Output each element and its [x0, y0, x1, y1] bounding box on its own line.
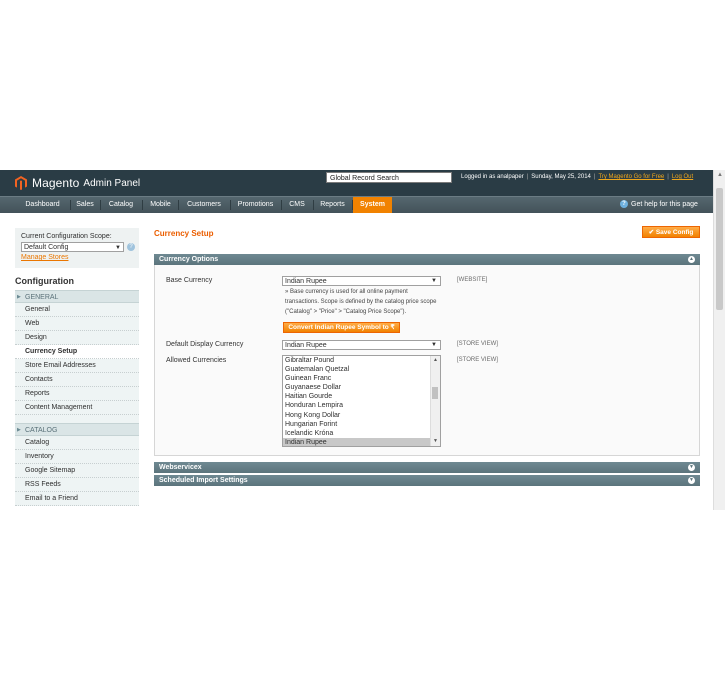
scope-website-label: [WEBSITE] [457, 277, 488, 283]
section-currency-options[interactable]: Currency Options ▲ [154, 254, 700, 265]
chevron-down-icon: ▼ [431, 342, 437, 348]
sidebar-item-store-email[interactable]: Store Email Addresses [15, 359, 139, 373]
scrollbar-thumb[interactable] [716, 188, 723, 310]
logout-link[interactable]: Log Out [672, 174, 693, 180]
caret-right-icon: ▶ [17, 427, 21, 433]
list-item[interactable]: Hong Kong Dollar [283, 411, 440, 420]
scope-select-value: Default Config [24, 244, 69, 251]
list-item[interactable]: Guatemalan Quetzal [283, 365, 440, 374]
sidebar-item-reports[interactable]: Reports [15, 387, 139, 401]
nav-promotions[interactable]: Promotions [231, 197, 280, 213]
sidebar-item-design[interactable]: Design [15, 331, 139, 345]
scroll-up-icon[interactable]: ▲ [717, 172, 723, 178]
list-scrollbar[interactable]: ▲ ▼ [430, 356, 440, 446]
date-text: Sunday, May 25, 2014 [531, 174, 591, 180]
logo-subtitle: Admin Panel [83, 177, 141, 189]
nav-cms[interactable]: CMS [282, 197, 312, 213]
scope-select[interactable]: Default Config ▼ [21, 242, 124, 252]
bullet-icon: » [285, 289, 289, 295]
magento-logo-icon [15, 176, 27, 190]
expand-icon: ▼ [688, 464, 695, 471]
main-nav: Dashboard Sales Catalog Mobile Customers… [0, 196, 713, 213]
nav-mobile[interactable]: Mobile [143, 197, 178, 213]
list-item-selected[interactable]: Indian Rupee [283, 437, 440, 446]
nav-catalog[interactable]: Catalog [101, 197, 141, 213]
help-link[interactable]: ? Get help for this page [620, 200, 698, 208]
scope-store-view-label: [STORE VIEW] [457, 357, 498, 363]
try-magento-link[interactable]: Try Magento Go for Free [598, 174, 664, 180]
help-icon[interactable]: ? [127, 243, 135, 251]
list-item[interactable]: Guinean Franc [283, 374, 440, 383]
nav-customers[interactable]: Customers [179, 197, 229, 213]
logo-text: Magento [32, 176, 80, 190]
allowed-currencies-label: Allowed Currencies [166, 357, 227, 364]
sidebar-item-contacts[interactable]: Contacts [15, 373, 139, 387]
sidebar-item-content-management[interactable]: Content Management [15, 401, 139, 415]
nav-dashboard[interactable]: Dashboard [15, 197, 70, 213]
scope-store-view-label: [STORE VIEW] [457, 341, 498, 347]
nav-reports[interactable]: Reports [314, 197, 351, 213]
sidebar-spacer [15, 415, 139, 423]
page-title: Currency Setup [154, 229, 214, 238]
base-currency-value: Indian Rupee [285, 278, 327, 285]
sidebar-item-inventory[interactable]: Inventory [15, 450, 139, 464]
list-item[interactable]: Guyanaese Dollar [283, 383, 440, 392]
list-item[interactable]: Hungarian Forint [283, 420, 440, 429]
sidebar-item-currency-setup[interactable]: Currency Setup [15, 345, 139, 359]
scroll-down-icon[interactable]: ▼ [433, 438, 438, 444]
section-title: Scheduled Import Settings [159, 477, 248, 484]
base-currency-note: » Base currency is used for all online p… [285, 287, 437, 317]
base-currency-select[interactable]: Indian Rupee ▼ [282, 276, 441, 286]
sidebar-item-rss-feeds[interactable]: RSS Feeds [15, 478, 139, 492]
logged-in-text: Logged in as analpaper [461, 174, 524, 180]
scroll-up-icon[interactable]: ▲ [433, 357, 438, 363]
section-title: Webservicex [159, 464, 202, 471]
sidebar-section-general[interactable]: ▶ GENERAL [15, 290, 139, 303]
scope-label: Current Configuration Scope: [21, 233, 112, 240]
sidebar-item-web[interactable]: Web [15, 317, 139, 331]
help-text: Get help for this page [631, 200, 698, 208]
display-currency-select[interactable]: Indian Rupee ▼ [282, 340, 441, 350]
section-webservicex[interactable]: Webservicex ▼ [154, 462, 700, 473]
display-currency-label: Default Display Currency [166, 341, 244, 348]
nav-system[interactable]: System [353, 197, 392, 213]
list-scrollbar-thumb[interactable] [432, 387, 438, 399]
convert-rupee-symbol-button[interactable]: Convert Indian Rupee Symbol to ₹ [283, 322, 400, 333]
header-user-info: Logged in as analpaper | Sunday, May 25, 2… [461, 174, 694, 180]
list-item[interactable]: Gibraltar Pound [283, 356, 440, 365]
chevron-down-icon: ▼ [431, 278, 437, 284]
nav-sales[interactable]: Sales [71, 197, 99, 213]
caret-right-icon: ▶ [17, 294, 21, 300]
save-config-label: Save Config [655, 229, 694, 236]
sidebar-item-email-friend[interactable]: Email to a Friend [15, 492, 139, 506]
manage-stores-link[interactable]: Manage Stores [21, 254, 68, 261]
expand-icon: ▼ [688, 477, 695, 484]
collapse-icon: ▲ [688, 256, 695, 263]
allowed-currencies-multiselect[interactable]: Gibraltar Pound Guatemalan Quetzal Guine… [282, 355, 441, 447]
list-item[interactable]: Haitian Gourde [283, 392, 440, 401]
check-circle-icon: ✔ [648, 229, 655, 236]
global-search-input[interactable]: Global Record Search [326, 172, 452, 183]
page-scrollbar[interactable]: ▲ [713, 170, 725, 510]
sidebar-item-google-sitemap[interactable]: Google Sitemap [15, 464, 139, 478]
sidebar-item-catalog[interactable]: Catalog [15, 436, 139, 450]
base-currency-label: Base Currency [166, 277, 213, 284]
sidebar-section-catalog[interactable]: ▶ CATALOG [15, 423, 139, 436]
base-currency-note-text: Base currency is used for all online pay… [285, 289, 437, 315]
configuration-title: Configuration [15, 276, 74, 286]
list-item[interactable]: Honduran Lempira [283, 401, 440, 410]
help-icon: ? [620, 200, 628, 208]
sidebar-section-label: CATALOG [25, 427, 58, 434]
display-currency-value: Indian Rupee [285, 342, 327, 349]
sidebar-section-label: GENERAL [25, 294, 59, 301]
chevron-down-icon: ▼ [115, 245, 121, 251]
sidebar-item-general[interactable]: General [15, 303, 139, 317]
section-title: Currency Options [159, 256, 219, 263]
section-scheduled-import[interactable]: Scheduled Import Settings ▼ [154, 475, 700, 486]
config-sidebar: ▶ GENERAL General Web Design Currency Se… [15, 290, 139, 506]
magento-logo[interactable]: Magento Admin Panel [15, 175, 195, 191]
save-config-button[interactable]: ✔ Save Config [642, 226, 700, 238]
list-item[interactable]: Icelandic Króna [283, 429, 440, 438]
